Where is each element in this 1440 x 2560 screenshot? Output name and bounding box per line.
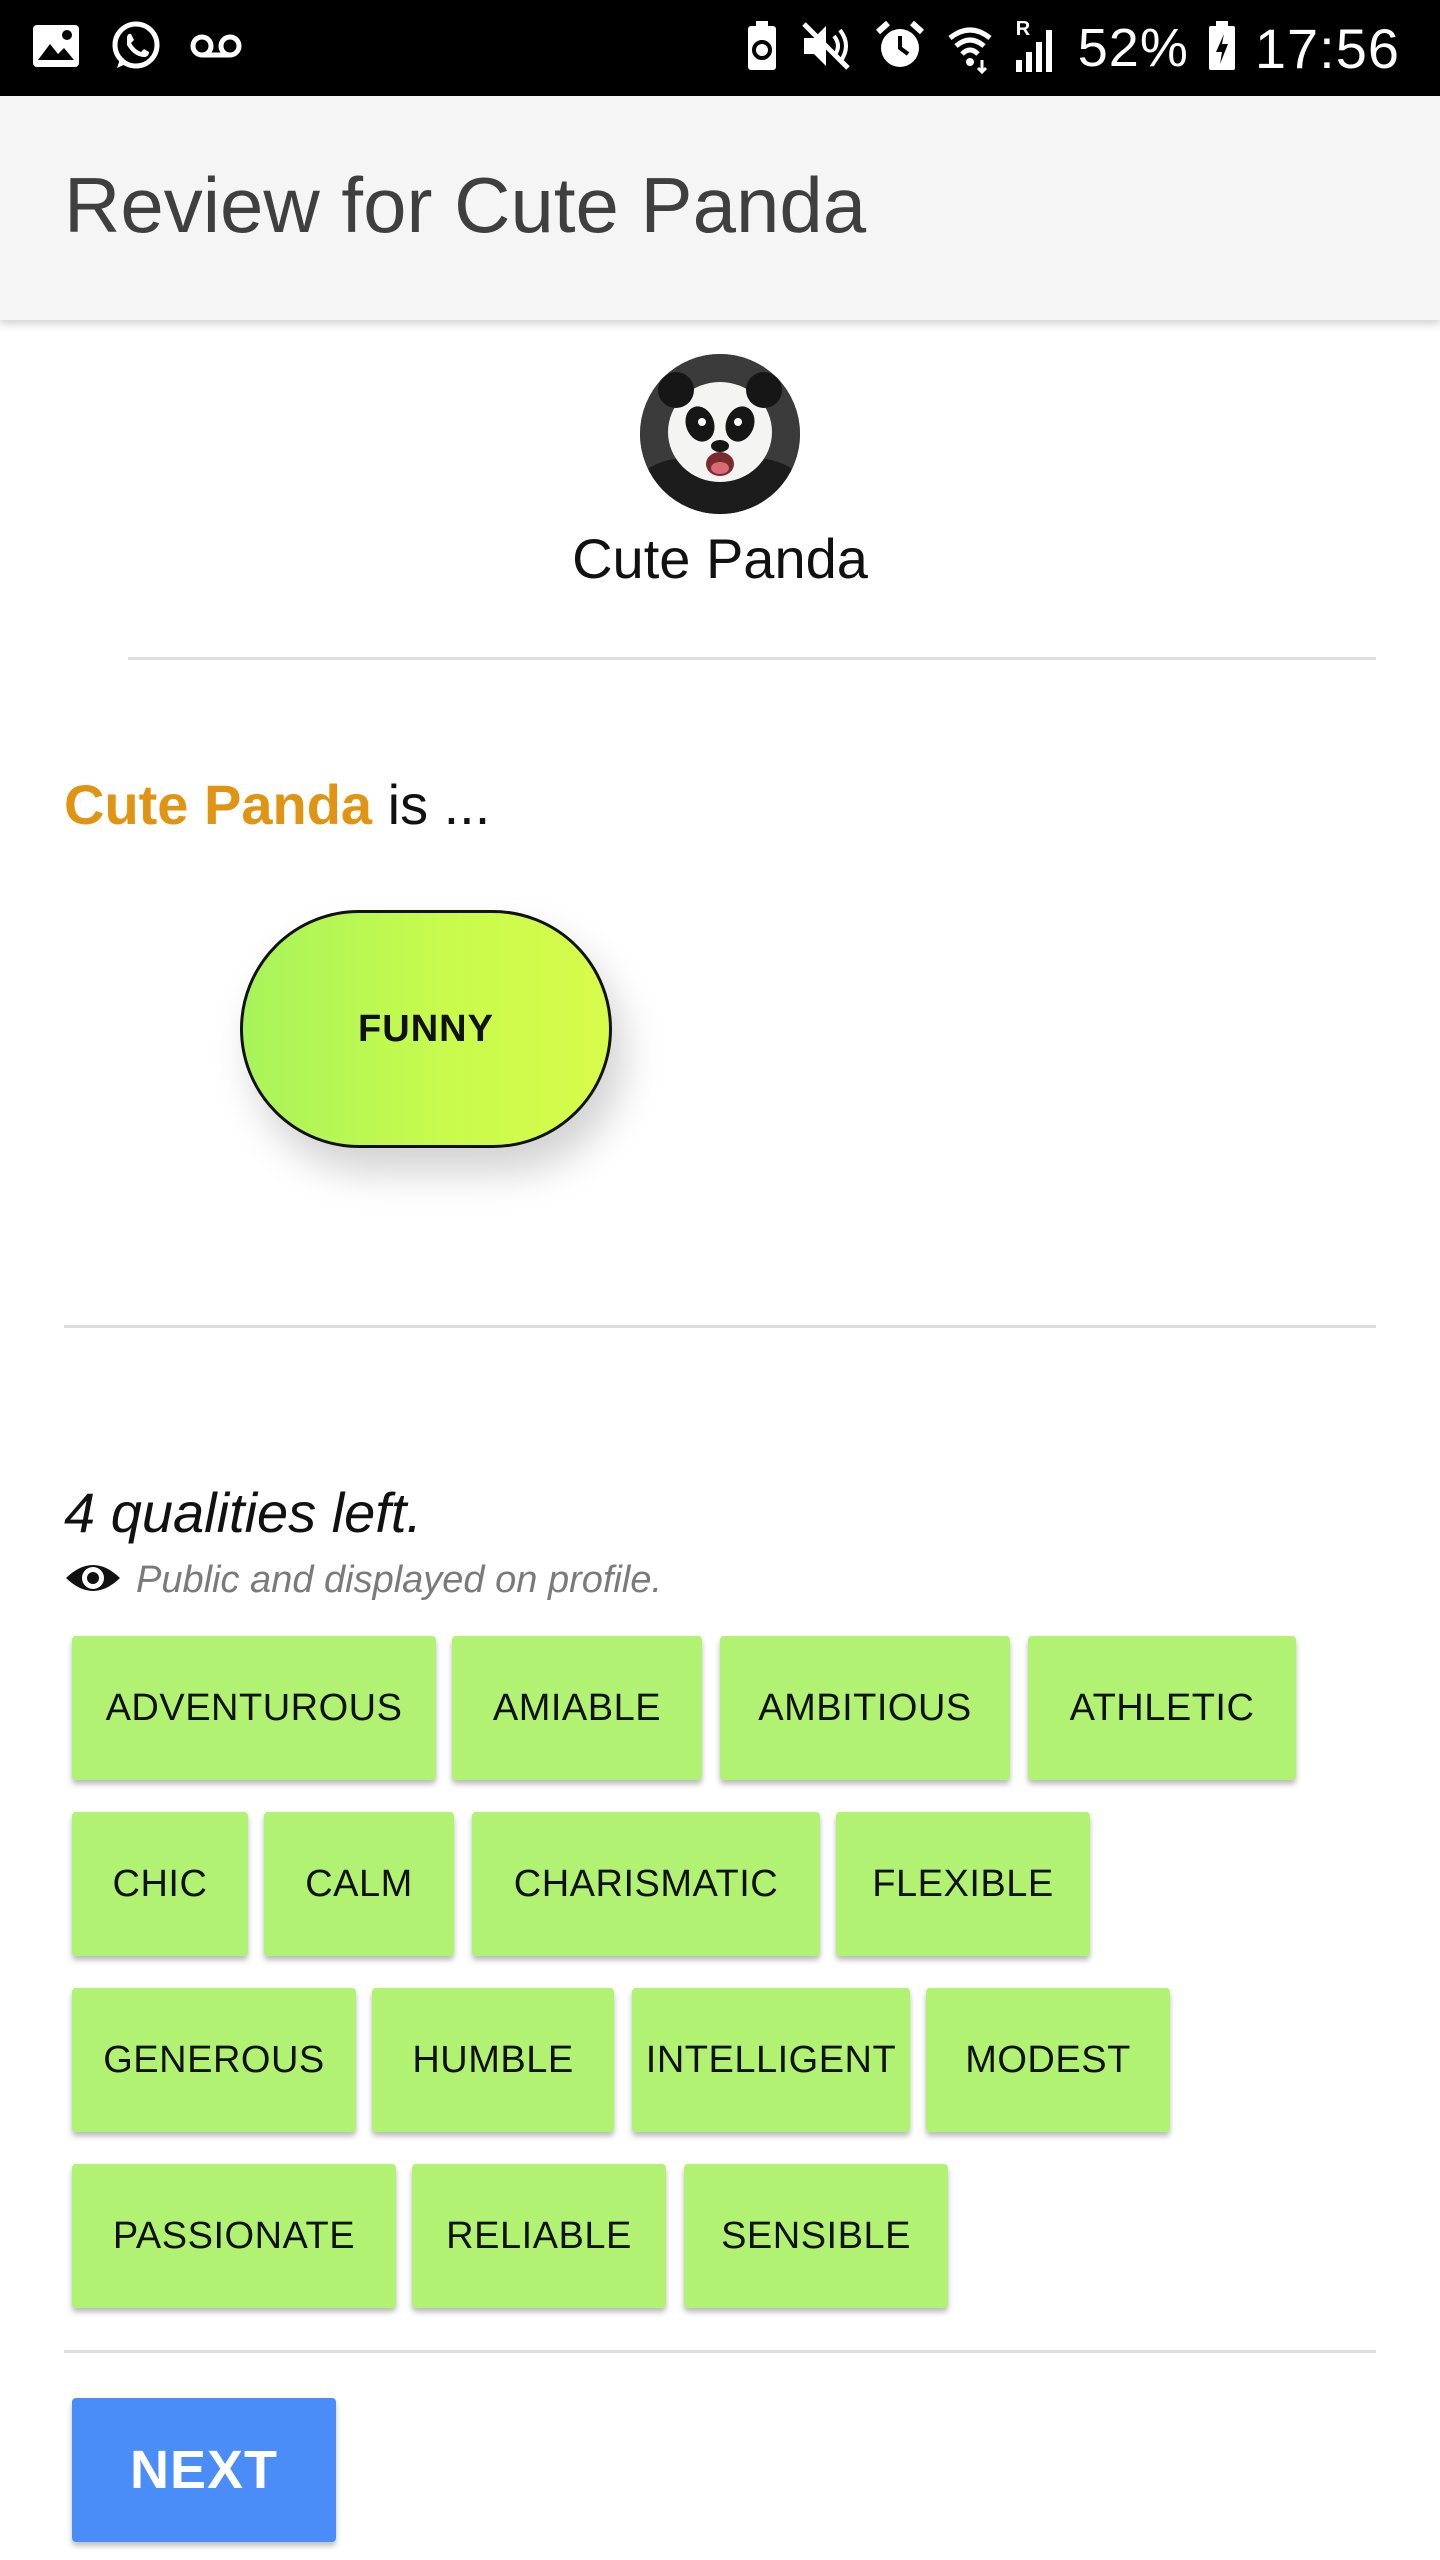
quality-chip-athletic[interactable]: ATHLETIC <box>1028 1636 1296 1780</box>
quality-chip-adventurous[interactable]: ADVENTUROUS <box>72 1636 436 1780</box>
quality-chip-list: ADVENTUROUS AMIABLE AMBITIOUS ATHLETIC C… <box>72 1636 1372 2340</box>
quality-chip-ambitious[interactable]: AMBITIOUS <box>720 1636 1010 1780</box>
quality-chip-calm[interactable]: CALM <box>264 1812 454 1956</box>
quality-chip-row: PASSIONATE RELIABLE SENSIBLE <box>72 2164 1372 2308</box>
voicemail-icon <box>190 31 242 66</box>
divider <box>128 657 1376 660</box>
status-bar-right: R 52% 17:56 <box>744 0 1400 96</box>
battery-saver-icon <box>744 18 780 79</box>
battery-percent: 52% <box>1077 18 1189 78</box>
profile-name: Cute Panda <box>572 527 868 590</box>
wifi-icon <box>946 18 994 79</box>
divider <box>64 1325 1376 1328</box>
privacy-text: Public and displayed on profile. <box>136 1558 663 1601</box>
quality-chip-flexible[interactable]: FLEXIBLE <box>836 1812 1090 1956</box>
app-bar: Review for Cute Panda <box>0 96 1440 320</box>
quality-chip-charismatic[interactable]: CHARISMATIC <box>472 1812 820 1956</box>
review-subject-name: Cute Panda <box>64 773 373 836</box>
quality-chip-amiable[interactable]: AMIABLE <box>452 1636 702 1780</box>
quality-chip-sensible[interactable]: SENSIBLE <box>684 2164 948 2308</box>
whatsapp-icon <box>108 18 164 79</box>
quality-chip-generous[interactable]: GENEROUS <box>72 1988 356 2132</box>
review-is-text: is ... <box>372 773 491 836</box>
panda-avatar <box>640 354 800 514</box>
quality-chip-row: CHIC CALM CHARISMATIC FLEXIBLE <box>72 1812 1372 1956</box>
gallery-icon <box>30 20 82 77</box>
qualities-left-text: 4 qualities left. <box>64 1481 422 1544</box>
status-bar-left <box>30 0 242 96</box>
mute-icon <box>798 18 854 79</box>
privacy-note: Public and displayed on profile. <box>64 1550 662 1610</box>
battery-icon <box>1207 18 1237 79</box>
status-time: 17:56 <box>1254 16 1400 80</box>
quality-chip-modest[interactable]: MODEST <box>926 1988 1170 2132</box>
quality-chip-reliable[interactable]: RELIABLE <box>412 2164 666 2308</box>
status-bar: R 52% 17:56 <box>0 0 1440 96</box>
quality-chip-row: GENEROUS HUMBLE INTELLIGENT MODEST <box>72 1988 1372 2132</box>
quality-chip-intelligent[interactable]: INTELLIGENT <box>632 1988 910 2132</box>
quality-chip-humble[interactable]: HUMBLE <box>372 1988 614 2132</box>
signal-icon: R <box>1012 18 1060 76</box>
page-title: Review for Cute Panda <box>64 161 867 249</box>
quality-chip-row: ADVENTUROUS AMIABLE AMBITIOUS ATHLETIC <box>72 1636 1372 1780</box>
quality-chip-passionate[interactable]: PASSIONATE <box>72 2164 396 2308</box>
roaming-indicator: R <box>1015 18 1031 40</box>
eye-icon <box>64 1558 122 1603</box>
selected-quality-funny[interactable]: FUNNY <box>240 910 612 1148</box>
quality-chip-chic[interactable]: CHIC <box>72 1812 248 1956</box>
alarm-icon <box>872 18 928 79</box>
next-button[interactable]: NEXT <box>72 2398 336 2542</box>
review-prompt: Cute Panda is ... <box>64 772 490 837</box>
divider <box>64 2350 1376 2353</box>
